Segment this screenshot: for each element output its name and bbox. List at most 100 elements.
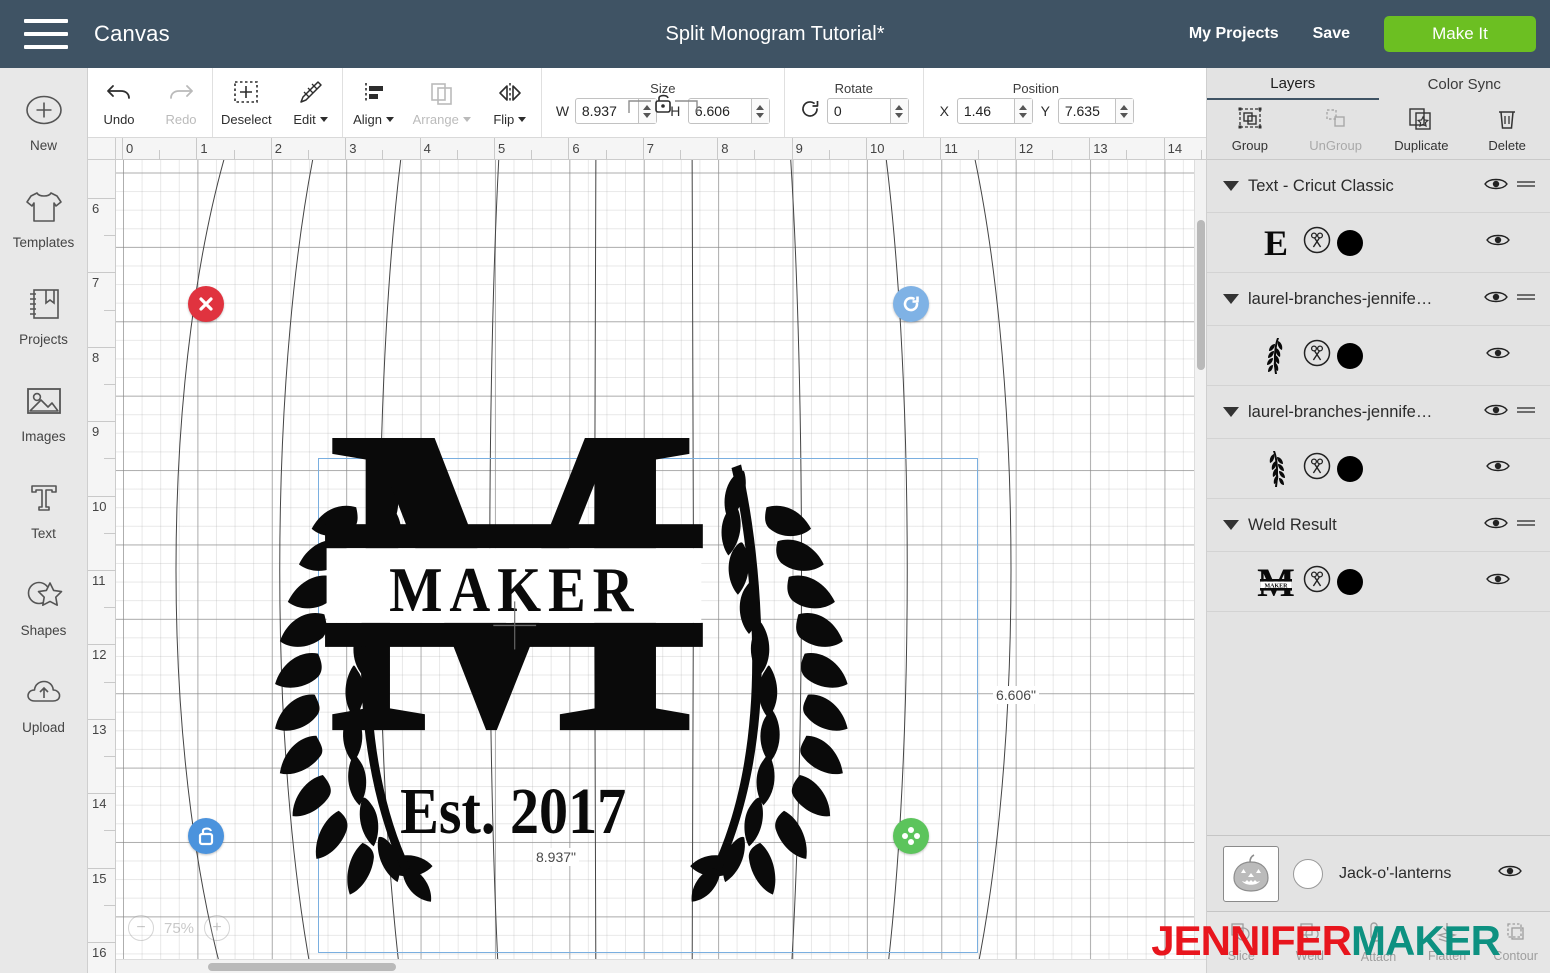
tab-layers[interactable]: Layers: [1207, 68, 1379, 100]
my-projects-link[interactable]: My Projects: [1189, 25, 1279, 43]
design-canvas[interactable]: M MAKER Est. 2017 6.606" 8.937": [88, 138, 1206, 973]
ruler-tick-label: 10: [870, 141, 885, 156]
ruler-tick: [88, 495, 116, 497]
redo-label: Redo: [165, 112, 197, 127]
layer-group-header[interactable]: laurel-branches-jennife…: [1207, 273, 1550, 326]
chevron-down-icon[interactable]: [1223, 407, 1239, 417]
ruler-half-tick: [104, 681, 116, 683]
duplicate-button[interactable]: Duplicate: [1379, 107, 1465, 153]
y-stepper[interactable]: [1057, 98, 1134, 124]
svg-text:E: E: [1264, 224, 1288, 262]
tab-color-sync[interactable]: Color Sync: [1379, 68, 1550, 100]
align-button[interactable]: Align: [343, 68, 405, 137]
edit-button[interactable]: Edit: [280, 68, 342, 137]
unlock-icon[interactable]: [621, 93, 705, 120]
layer-menu-icon[interactable]: [1516, 290, 1538, 308]
canvas-vertical-scrollbar[interactable]: [1194, 160, 1206, 959]
ruler-tick-label: 8: [721, 141, 729, 156]
layer-color-swatch[interactable]: [1337, 568, 1363, 595]
rotate-spin-arrows[interactable]: [889, 99, 908, 123]
save-button[interactable]: Save: [1313, 25, 1350, 43]
undo-label: Undo: [103, 112, 135, 127]
layer-menu-icon[interactable]: [1516, 516, 1538, 534]
eye-icon[interactable]: [1484, 289, 1508, 310]
layer-color-swatch[interactable]: [1337, 455, 1363, 482]
horizontal-scroll-thumb[interactable]: [208, 963, 396, 971]
sidebar-label-templates: Templates: [12, 235, 75, 250]
ruler-tick: [1014, 138, 1016, 160]
rotate-stepper[interactable]: [826, 98, 909, 124]
chevron-down-icon[interactable]: [1223, 520, 1239, 530]
delete-button[interactable]: Delete: [1464, 107, 1550, 153]
select-edit-group: Deselect Edit: [213, 68, 343, 137]
rotate-handle-icon[interactable]: [893, 286, 929, 322]
header-actions: My Projects Save Make It: [1189, 16, 1536, 52]
eye-icon[interactable]: [1484, 402, 1508, 423]
flip-button[interactable]: Flip: [479, 68, 541, 137]
layer-group-header[interactable]: Text - Cricut Classic: [1207, 160, 1550, 213]
scissors-cut-icon[interactable]: [1303, 565, 1331, 598]
material-color-circle[interactable]: [1293, 858, 1323, 889]
ruler-tick-label: 14: [92, 796, 107, 812]
x-stepper[interactable]: [956, 98, 1033, 124]
layer-color-swatch[interactable]: [1337, 229, 1363, 256]
y-input[interactable]: [1058, 99, 1115, 123]
undo-button[interactable]: Undo: [88, 68, 150, 137]
eye-icon[interactable]: [1484, 176, 1508, 197]
y-spin-arrows[interactable]: [1114, 99, 1133, 123]
make-it-button[interactable]: Make It: [1384, 16, 1536, 52]
chevron-down-icon[interactable]: [1223, 181, 1239, 191]
material-row[interactable]: Jack-o'-lanterns: [1207, 835, 1550, 911]
rotate-input[interactable]: [827, 99, 890, 123]
deselect-button[interactable]: Deselect: [213, 68, 280, 137]
sidebar-label-projects: Projects: [19, 332, 68, 347]
layer-group-header[interactable]: laurel-branches-jennife…: [1207, 386, 1550, 439]
sidebar-item-shapes[interactable]: Shapes: [0, 573, 88, 670]
x-input[interactable]: [957, 99, 1014, 123]
monogram-artwork[interactable]: M MAKER Est. 2017: [88, 138, 1206, 973]
sidebar-label-upload: Upload: [22, 720, 65, 735]
layer-row[interactable]: [1207, 439, 1550, 499]
x-spin-arrows[interactable]: [1013, 99, 1032, 123]
hamburger-icon[interactable]: [24, 19, 68, 49]
zoom-control[interactable]: − 75% +: [128, 915, 231, 941]
scissors-cut-icon[interactable]: [1303, 339, 1331, 372]
flatten-icon: [1436, 922, 1458, 947]
chevron-down-icon[interactable]: [1223, 294, 1239, 304]
group-button[interactable]: Group: [1207, 107, 1293, 153]
layer-group-header[interactable]: Weld Result: [1207, 499, 1550, 552]
sidebar-item-templates[interactable]: Templates: [0, 185, 88, 282]
eye-icon[interactable]: [1486, 571, 1510, 592]
sidebar-item-projects[interactable]: Projects: [0, 282, 88, 379]
height-spin-arrows[interactable]: [750, 99, 769, 123]
attach-label: Attach: [1360, 950, 1397, 964]
layer-row[interactable]: [1207, 326, 1550, 386]
delete-handle-x-icon[interactable]: [188, 286, 224, 322]
eye-icon[interactable]: [1498, 863, 1522, 884]
layer-color-swatch[interactable]: [1337, 342, 1363, 369]
layer-menu-icon[interactable]: [1516, 177, 1538, 195]
canvas-horizontal-scrollbar[interactable]: [116, 959, 1206, 973]
resize-handle-icon[interactable]: [893, 818, 929, 854]
ruler-half-tick: [104, 904, 116, 906]
scissors-cut-icon[interactable]: [1303, 452, 1331, 485]
eye-icon[interactable]: [1486, 232, 1510, 253]
sidebar-item-images[interactable]: Images: [0, 379, 88, 476]
unlock-handle-icon[interactable]: [188, 818, 224, 854]
zoom-in-icon[interactable]: +: [204, 915, 231, 941]
eye-icon[interactable]: [1486, 458, 1510, 479]
ruler-tick: [270, 138, 272, 160]
eye-icon[interactable]: [1484, 515, 1508, 536]
scissors-cut-icon[interactable]: [1303, 226, 1331, 259]
layer-row[interactable]: E: [1207, 213, 1550, 273]
layer-menu-icon[interactable]: [1516, 403, 1538, 421]
sidebar-item-text[interactable]: Text: [0, 476, 88, 573]
sidebar-item-upload[interactable]: Upload: [0, 670, 88, 767]
sidebar-item-new[interactable]: New: [0, 88, 88, 185]
ruler-tick-label: 8: [92, 349, 100, 365]
align-label: Align: [353, 112, 383, 127]
eye-icon[interactable]: [1486, 345, 1510, 366]
layer-row[interactable]: MMAKER: [1207, 552, 1550, 612]
vertical-scroll-thumb[interactable]: [1197, 220, 1205, 370]
zoom-out-icon[interactable]: −: [128, 915, 154, 941]
